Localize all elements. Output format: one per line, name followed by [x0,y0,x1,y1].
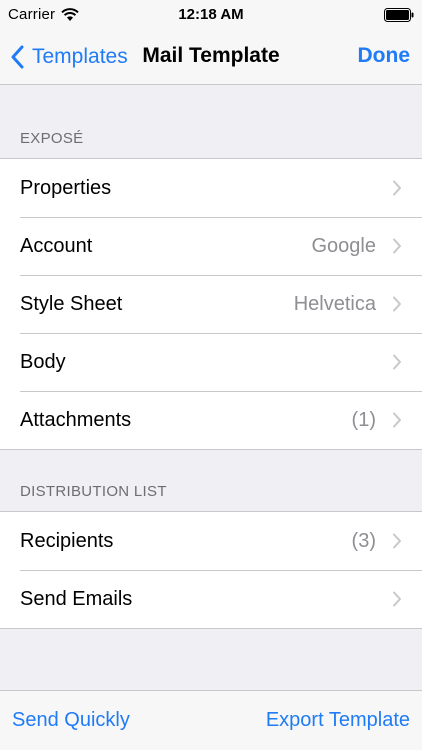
bottom-toolbar: Send Quickly Export Template [0,690,422,750]
row-body[interactable]: Body [0,333,422,391]
wifi-icon [61,7,79,21]
chevron-right-icon [393,591,401,607]
chevron-right-icon [393,238,401,254]
chevron-right-icon [393,533,401,549]
row-label: Send Emails [20,587,133,610]
row-value: (3) [351,529,376,552]
done-button[interactable]: Done [358,44,411,68]
row-attachments[interactable]: Attachments (1) [0,391,422,449]
section-header-distribution-list: DISTRIBUTION LIST [20,483,167,500]
export-template-button[interactable]: Export Template [266,709,410,732]
row-label: Properties [20,176,112,199]
carrier-label: Carrier [8,6,56,23]
section-distribution-list: Recipients (3) Send Emails [0,511,422,629]
row-label: Account [20,234,93,257]
row-label: Body [20,350,66,373]
chevron-right-icon [393,180,401,196]
row-style-sheet[interactable]: Style Sheet Helvetica [0,275,422,333]
back-button[interactable]: Templates [10,42,128,72]
chevron-right-icon [393,354,401,370]
row-value: (1) [351,408,376,431]
screen: Carrier 12:18 AM Templates Mail Template… [0,0,422,750]
section-header-expose: EXPOSÉ [20,130,84,147]
row-label: Attachments [20,408,132,431]
navigation-bar: Templates Mail Template Done [0,30,422,85]
status-bar: Carrier 12:18 AM [0,0,422,30]
chevron-right-icon [393,296,401,312]
back-button-label: Templates [32,45,128,68]
row-value: Helvetica [293,292,376,315]
status-left: Carrier [8,6,79,23]
chevron-right-icon [393,412,401,428]
row-properties[interactable]: Properties [0,159,422,217]
row-recipients[interactable]: Recipients (3) [0,512,422,570]
send-quickly-button[interactable]: Send Quickly [12,709,130,732]
row-send-emails[interactable]: Send Emails [0,570,422,628]
chevron-left-icon [11,45,24,69]
row-account[interactable]: Account Google [0,217,422,275]
row-label: Style Sheet [20,292,123,315]
row-value: Google [311,234,377,257]
battery-icon [384,8,414,22]
section-expose: Properties Account Google Style Sheet He… [0,158,422,450]
row-label: Recipients [20,529,114,552]
